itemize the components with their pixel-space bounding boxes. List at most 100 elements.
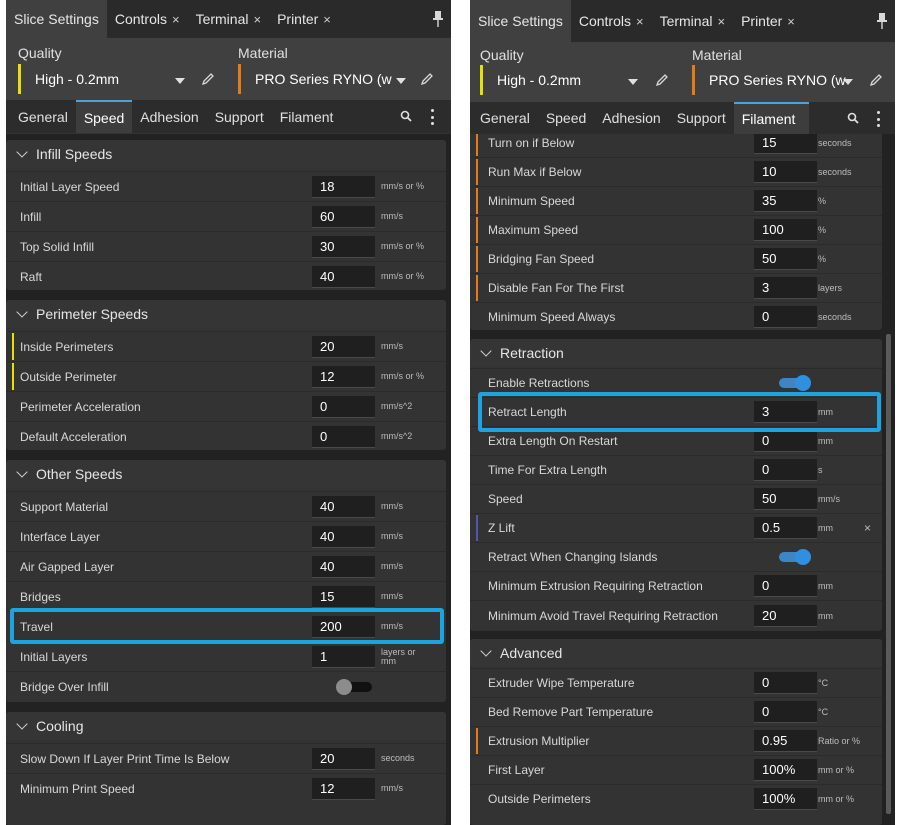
group-header[interactable]: Perimeter Speeds xyxy=(6,300,446,328)
subtab-general[interactable]: General xyxy=(6,100,76,133)
tab-label: Terminal xyxy=(195,11,249,27)
setting-value-input[interactable]: 0 xyxy=(754,672,817,694)
setting-value-input[interactable]: 0.95 xyxy=(754,730,817,752)
settings-scroll-area[interactable]: Infill Speeds Initial Layer Speed 18 mm/s … xyxy=(6,134,451,825)
setting-value-input[interactable]: 60 xyxy=(312,205,375,228)
setting-unit: mm/s^2 xyxy=(381,431,413,441)
setting-unit: seconds xyxy=(818,166,852,177)
material-select[interactable]: PRO Series RYNO (w xyxy=(238,64,408,94)
close-icon[interactable]: × xyxy=(253,12,261,27)
setting-value-input[interactable]: 50 xyxy=(754,488,817,510)
more-menu-icon[interactable] xyxy=(430,109,434,125)
setting-value-input[interactable]: 15 xyxy=(312,585,375,608)
subtab-adhesion[interactable]: Adhesion xyxy=(594,102,668,134)
vertical-scrollbar[interactable] xyxy=(886,334,891,814)
setting-row: Disable Fan For The First 3 layers xyxy=(470,273,882,302)
search-icon[interactable] xyxy=(400,110,412,122)
group-cooling: Cooling Slow Down If Layer Print Time Is… xyxy=(6,712,446,825)
setting-value-input[interactable]: 40 xyxy=(312,495,375,518)
setting-row: Initial Layers 1 layers or mm xyxy=(6,641,446,671)
close-icon[interactable]: × xyxy=(787,14,795,29)
setting-value-input[interactable]: 0 xyxy=(754,430,817,452)
subtab-adhesion[interactable]: Adhesion xyxy=(132,100,206,133)
group-header[interactable]: Retraction xyxy=(470,339,882,367)
material-label: Material xyxy=(692,47,742,63)
tab-printer[interactable]: Printer × xyxy=(733,0,803,42)
subtab-filament[interactable]: Filament xyxy=(272,100,342,133)
tab-terminal[interactable]: Terminal × xyxy=(188,0,270,38)
quality-select[interactable]: High - 0.2mm xyxy=(480,65,646,95)
material-select[interactable]: PRO Series RYNO (w xyxy=(692,65,858,95)
tab-printer[interactable]: Printer × xyxy=(269,0,339,38)
edit-pencil-icon[interactable] xyxy=(420,72,434,86)
setting-value-input[interactable]: 40 xyxy=(312,525,375,548)
setting-row: Bed Remove Part Temperature 0 °C xyxy=(470,697,882,726)
pin-icon[interactable] xyxy=(877,13,887,29)
setting-value-input[interactable]: 3 xyxy=(754,277,817,299)
close-icon[interactable]: × xyxy=(636,14,644,29)
setting-row: Initial Layer Speed 18 mm/s or % xyxy=(6,171,446,201)
setting-value-input[interactable]: 30 xyxy=(312,235,375,258)
setting-value-input[interactable]: 12 xyxy=(312,777,375,800)
retract-islands-toggle[interactable] xyxy=(775,549,811,565)
setting-value-input[interactable]: 0 xyxy=(754,701,817,723)
bridge-over-infill-toggle[interactable] xyxy=(336,679,372,695)
tab-terminal[interactable]: Terminal × xyxy=(652,0,734,42)
setting-value-input[interactable]: 40 xyxy=(312,265,375,288)
quality-value: High - 0.2mm xyxy=(35,71,120,87)
quality-select[interactable]: High - 0.2mm xyxy=(18,64,188,94)
setting-value-input[interactable]: 0.5 xyxy=(754,517,817,539)
close-icon[interactable]: × xyxy=(323,12,331,27)
subtab-filament[interactable]: Filament xyxy=(733,102,810,134)
setting-value-input[interactable]: 15 xyxy=(754,134,817,154)
edit-pencil-icon[interactable] xyxy=(201,72,215,86)
setting-value-input[interactable]: 0 xyxy=(754,575,817,597)
setting-label: First Layer xyxy=(488,763,545,777)
enable-retractions-toggle[interactable] xyxy=(775,375,811,391)
setting-value-input[interactable]: 0 xyxy=(312,425,375,448)
subtab-general[interactable]: General xyxy=(470,102,538,134)
search-icon[interactable] xyxy=(847,112,859,124)
edit-pencil-icon[interactable] xyxy=(869,73,883,87)
setting-value-input[interactable]: 20 xyxy=(754,605,817,627)
setting-value-input[interactable]: 0 xyxy=(754,459,817,481)
group-header[interactable]: Advanced xyxy=(470,639,882,667)
setting-value-input[interactable]: 3 xyxy=(754,401,817,423)
setting-value-input[interactable]: 40 xyxy=(312,555,375,578)
tab-controls[interactable]: Controls × xyxy=(571,0,652,42)
setting-row: Infill 60 mm/s xyxy=(6,201,446,231)
setting-value-input[interactable]: 35 xyxy=(754,190,817,212)
subtab-support[interactable]: Support xyxy=(207,100,272,133)
setting-value-input[interactable]: 100 xyxy=(754,219,817,241)
subtab-support[interactable]: Support xyxy=(669,102,734,134)
setting-value-input[interactable]: 1 xyxy=(312,645,375,668)
setting-value-input[interactable]: 20 xyxy=(312,747,375,770)
group-header[interactable]: Other Speeds xyxy=(6,460,446,488)
setting-value-input[interactable]: 50 xyxy=(754,248,817,270)
setting-value-input[interactable]: 0 xyxy=(754,306,817,328)
right-settings-panel: Slice Settings Controls × Terminal × Print… xyxy=(470,0,895,825)
setting-value-input[interactable]: 18 xyxy=(312,175,375,198)
pin-icon[interactable] xyxy=(433,11,443,27)
clear-icon[interactable]: × xyxy=(864,521,871,535)
more-menu-icon[interactable] xyxy=(876,111,880,127)
group-header[interactable]: Cooling xyxy=(6,712,446,740)
setting-value-input[interactable]: 100% xyxy=(754,788,817,810)
setting-value-input[interactable]: 0 xyxy=(312,395,375,418)
setting-value-input[interactable]: 200 xyxy=(312,615,375,638)
close-icon[interactable]: × xyxy=(717,14,725,29)
setting-value-input[interactable]: 20 xyxy=(312,335,375,358)
close-icon[interactable]: × xyxy=(172,12,180,27)
subtab-speed[interactable]: Speed xyxy=(75,100,133,133)
tab-slice-settings[interactable]: Slice Settings xyxy=(470,0,571,42)
setting-value-input[interactable]: 100% xyxy=(754,759,817,781)
setting-value-input[interactable]: 10 xyxy=(754,161,817,183)
tab-slice-settings[interactable]: Slice Settings xyxy=(6,0,107,38)
edit-pencil-icon[interactable] xyxy=(655,73,669,87)
setting-value-input[interactable]: 12 xyxy=(312,365,375,388)
group-title: Other Speeds xyxy=(36,466,123,482)
tab-controls[interactable]: Controls × xyxy=(107,0,188,38)
group-header[interactable]: Infill Speeds xyxy=(6,140,446,168)
settings-scroll-area[interactable]: Turn on if Below 15 seconds Run Max if Bel… xyxy=(470,134,895,825)
subtab-speed[interactable]: Speed xyxy=(538,102,594,134)
